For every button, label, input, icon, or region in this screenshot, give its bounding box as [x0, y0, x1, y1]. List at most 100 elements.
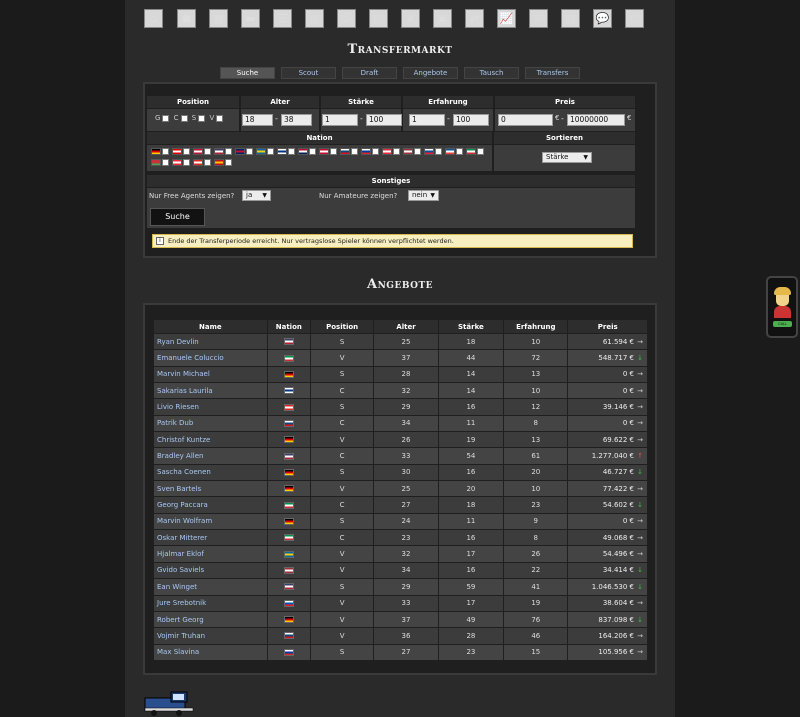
- tab-suche[interactable]: Suche: [220, 67, 275, 79]
- nation-checkbox[interactable]: [351, 148, 358, 155]
- staerke-min-input[interactable]: 1: [322, 114, 358, 126]
- arena-icon[interactable]: ▤: [369, 9, 388, 28]
- nation-option[interactable]: [340, 148, 358, 155]
- nation-option[interactable]: [319, 148, 337, 155]
- player-name-link[interactable]: Christof Kuntze: [153, 431, 268, 449]
- list-icon[interactable]: ☰: [273, 9, 292, 28]
- column-header[interactable]: Position: [309, 319, 375, 334]
- stats-icon[interactable]: 📈: [497, 9, 516, 28]
- nation-checkbox[interactable]: [309, 148, 316, 155]
- nation-checkbox[interactable]: [372, 148, 379, 155]
- player-name-link[interactable]: Oskar Mitterer: [153, 529, 268, 547]
- nation-option[interactable]: [445, 148, 463, 155]
- nation-option[interactable]: [172, 148, 190, 155]
- player-name-link[interactable]: Hjalmar Eklof: [153, 545, 268, 563]
- player-name-link[interactable]: Georg Paccara: [153, 496, 268, 514]
- pos-v-checkbox[interactable]: [216, 114, 224, 122]
- mail-icon[interactable]: ✉: [529, 9, 548, 28]
- player-name-link[interactable]: Emanuele Coluccio: [153, 349, 268, 367]
- nation-checkbox[interactable]: [477, 148, 484, 155]
- nation-checkbox[interactable]: [204, 159, 211, 166]
- nation-option[interactable]: [172, 159, 190, 166]
- side-widget-phone[interactable]: CALL: [766, 276, 798, 338]
- player-name-link[interactable]: Max Slavina: [153, 643, 268, 661]
- nation-option[interactable]: [382, 148, 400, 155]
- tab-angebote[interactable]: Angebote: [403, 67, 458, 79]
- alter-min-input[interactable]: 18: [242, 114, 273, 126]
- nation-checkbox[interactable]: [246, 148, 253, 155]
- alter-max-input[interactable]: 38: [281, 114, 312, 126]
- tab-draft[interactable]: Draft: [342, 67, 397, 79]
- nation-option[interactable]: [214, 148, 232, 155]
- column-header[interactable]: Stärke: [437, 319, 505, 334]
- nation-checkbox[interactable]: [225, 159, 232, 166]
- player-name-link[interactable]: Gvido Saviels: [153, 561, 268, 580]
- nation-option[interactable]: [256, 148, 274, 155]
- forum-icon[interactable]: 💬: [593, 9, 612, 28]
- call-button[interactable]: CALL: [773, 321, 792, 327]
- search-button[interactable]: Suche: [150, 208, 205, 226]
- player-name-link[interactable]: Livio Riesen: [153, 398, 268, 416]
- player-name-link[interactable]: Marvin Michael: [153, 365, 268, 384]
- lineup-icon[interactable]: ▦: [209, 9, 228, 28]
- preis-max-input[interactable]: 10000000: [567, 114, 625, 126]
- tab-transfers[interactable]: Transfers: [525, 67, 580, 79]
- nation-checkbox[interactable]: [393, 148, 400, 155]
- sort-select[interactable]: Stärke ▼: [542, 152, 592, 163]
- player-name-link[interactable]: Sakarias Laurila: [153, 382, 268, 400]
- nation-checkbox[interactable]: [162, 159, 169, 166]
- player-name-link[interactable]: Jure Srebotnik: [153, 594, 268, 612]
- amateure-select[interactable]: nein ▼: [408, 190, 439, 201]
- preis-min-input[interactable]: 0: [498, 114, 553, 126]
- player-name-link[interactable]: Ryan Devlin: [153, 332, 268, 351]
- tv-icon[interactable]: ▣: [433, 9, 452, 28]
- player-name-link[interactable]: Marvin Wolfram: [153, 512, 268, 531]
- pos-g-checkbox[interactable]: [162, 114, 170, 122]
- nation-checkbox[interactable]: [267, 148, 274, 155]
- transfer-icon[interactable]: ⇄: [465, 9, 484, 28]
- nation-option[interactable]: [466, 148, 484, 155]
- nation-option[interactable]: [424, 148, 442, 155]
- team-icon[interactable]: ☗: [177, 9, 196, 28]
- player-name-link[interactable]: Bradley Allen: [153, 447, 268, 465]
- player-name-link[interactable]: Ean Winget: [153, 578, 268, 596]
- trophy-icon[interactable]: ♛: [401, 9, 420, 28]
- nation-option[interactable]: [277, 148, 295, 155]
- training-icon[interactable]: ▬: [241, 9, 260, 28]
- column-header[interactable]: Erfahrung: [503, 319, 569, 334]
- nation-option[interactable]: [235, 148, 253, 155]
- player-name-link[interactable]: Patrik Dub: [153, 414, 268, 433]
- nation-checkbox[interactable]: [204, 148, 211, 155]
- nation-option[interactable]: [214, 159, 232, 166]
- player-name-link[interactable]: Sven Bartels: [153, 480, 268, 498]
- column-header[interactable]: Name: [153, 319, 268, 334]
- staerke-max-input[interactable]: 100: [366, 114, 402, 126]
- scouting-icon[interactable]: ◎: [305, 9, 324, 28]
- nation-option[interactable]: [151, 159, 169, 166]
- news-icon[interactable]: ▥: [561, 9, 580, 28]
- column-header[interactable]: Alter: [373, 319, 439, 334]
- nation-option[interactable]: [193, 148, 211, 155]
- free-agents-select[interactable]: ja ▼: [242, 190, 271, 201]
- pos-s-checkbox[interactable]: [198, 114, 206, 122]
- tab-scout[interactable]: Scout: [281, 67, 336, 79]
- tab-tausch[interactable]: Tausch: [464, 67, 519, 79]
- home-icon[interactable]: ⌂: [144, 9, 163, 28]
- nation-checkbox[interactable]: [183, 159, 190, 166]
- nation-option[interactable]: [361, 148, 379, 155]
- nation-checkbox[interactable]: [435, 148, 442, 155]
- column-header[interactable]: Nation: [266, 319, 311, 334]
- nation-checkbox[interactable]: [330, 148, 337, 155]
- nation-checkbox[interactable]: [225, 148, 232, 155]
- nation-option[interactable]: [403, 148, 421, 155]
- nation-option[interactable]: [298, 148, 316, 155]
- nation-checkbox[interactable]: [183, 148, 190, 155]
- pos-c-checkbox[interactable]: [180, 114, 188, 122]
- logout-icon[interactable]: ⏻: [625, 9, 644, 28]
- nation-checkbox[interactable]: [414, 148, 421, 155]
- nation-checkbox[interactable]: [288, 148, 295, 155]
- nation-option[interactable]: [193, 159, 211, 166]
- player-name-link[interactable]: Vojmir Truhan: [153, 627, 268, 645]
- player-name-link[interactable]: Sascha Coenen: [153, 463, 268, 482]
- nation-option[interactable]: [151, 148, 169, 155]
